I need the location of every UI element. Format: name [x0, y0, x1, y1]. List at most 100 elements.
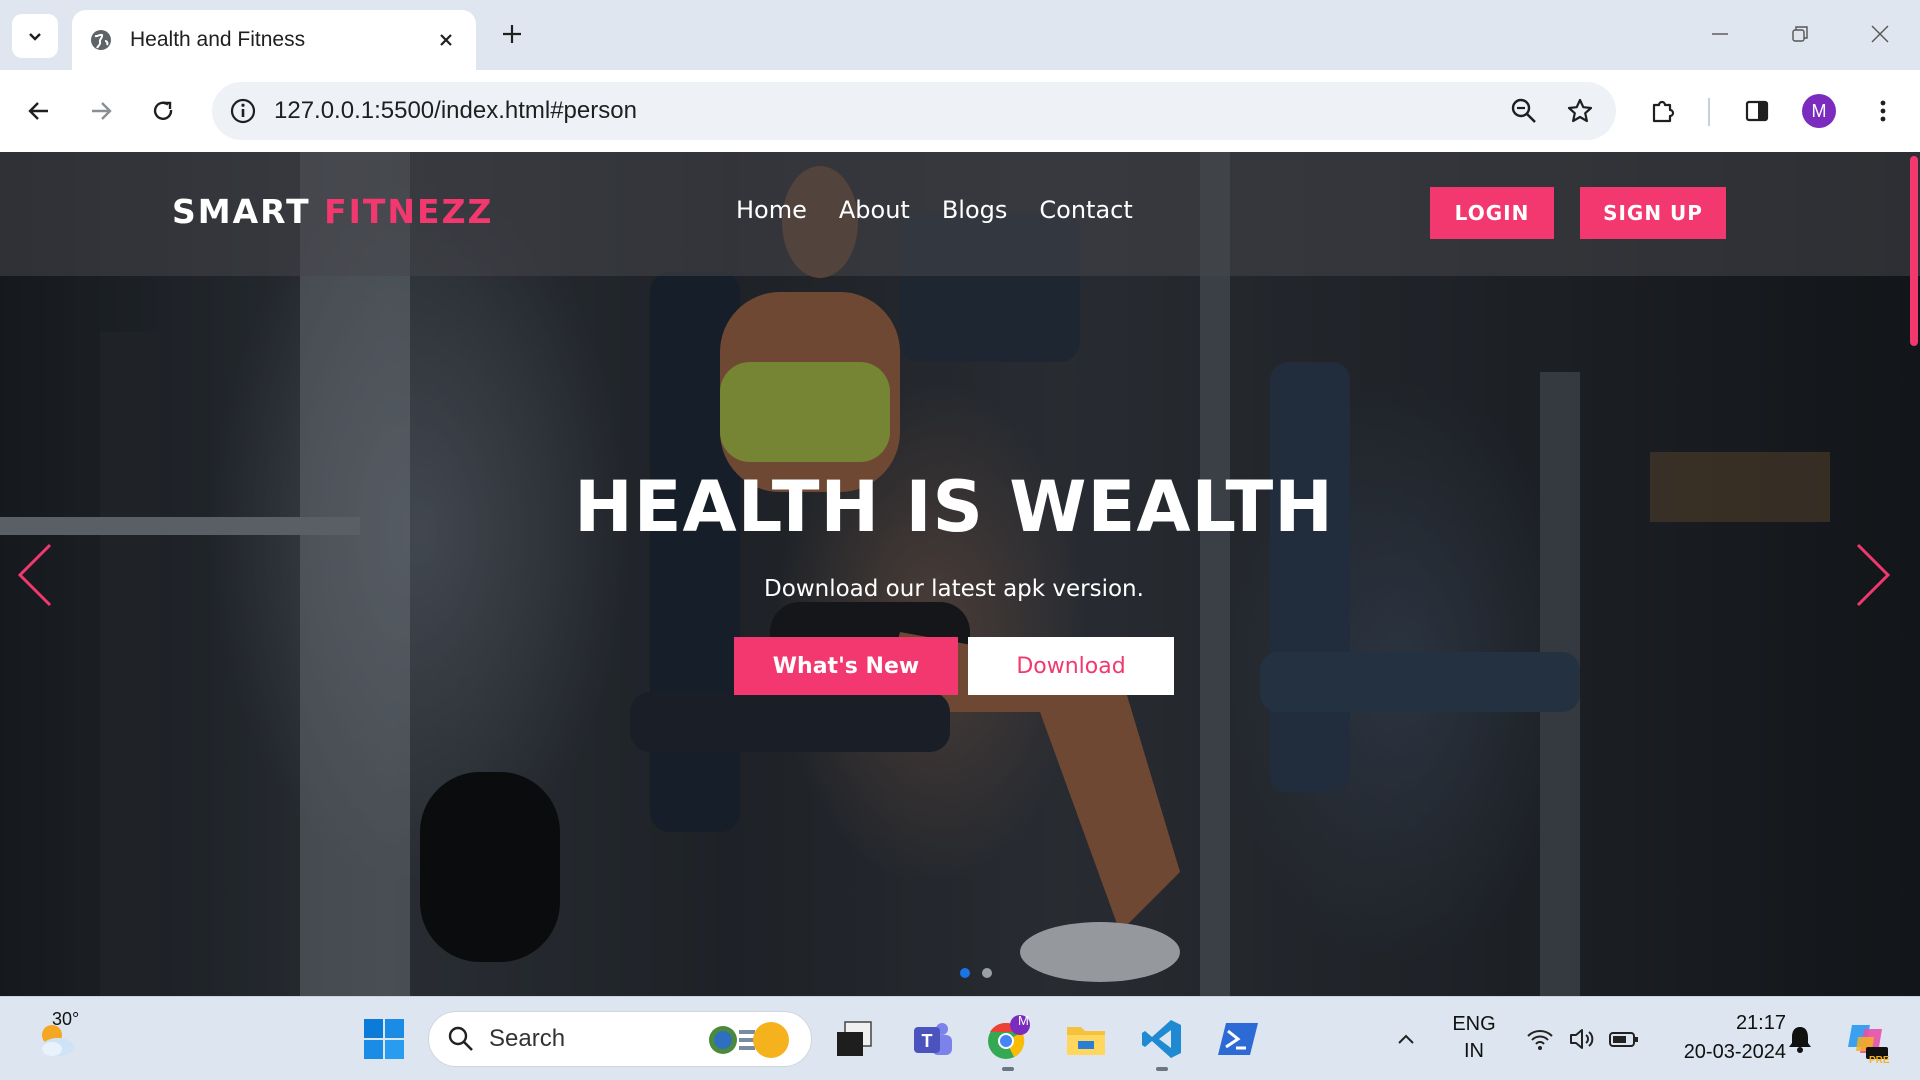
terminal-icon [1218, 1023, 1258, 1055]
battery-icon [1609, 1032, 1638, 1047]
arrow-left-icon [28, 102, 48, 120]
url-text[interactable]: 127.0.0.1:5500/index.html#person [274, 97, 1488, 125]
teams-app[interactable]: T [904, 1011, 960, 1067]
arrow-right-icon [92, 102, 112, 120]
system-clock[interactable]: 21:17 20-03-2024 [1646, 1009, 1786, 1067]
reload-button[interactable] [142, 90, 184, 132]
login-button[interactable]: LOGIN [1430, 187, 1554, 239]
globe-icon [88, 27, 114, 53]
bookmark-star-icon[interactable] [1560, 91, 1600, 131]
chevron-left-icon [17, 543, 52, 607]
side-panel-button[interactable] [1736, 90, 1778, 132]
chevron-up-icon [1398, 1034, 1414, 1044]
folder-icon [1067, 1027, 1105, 1055]
clock-time: 21:17 [1735, 1012, 1786, 1034]
carousel-prev-button[interactable] [12, 540, 56, 610]
restore-button[interactable] [1778, 14, 1822, 54]
bell-icon [1789, 1027, 1811, 1053]
close-window-button[interactable] [1858, 14, 1902, 54]
site-logo[interactable]: SMART FITNEZZ [172, 192, 493, 231]
vscode-icon [1142, 1020, 1181, 1058]
chevron-right-icon [1856, 543, 1891, 607]
search-label: Search [489, 1025, 566, 1052]
scrollbar-thumb[interactable] [1910, 156, 1918, 346]
task-view-button[interactable] [826, 1011, 882, 1067]
search-icon [448, 1026, 473, 1051]
reload-icon [153, 101, 173, 120]
page-viewport: SMART FITNEZZ Home About Blogs Contact L… [0, 152, 1920, 996]
notifications-button[interactable] [1772, 1011, 1828, 1067]
signup-button[interactable]: SIGN UP [1580, 187, 1726, 239]
nav-link-blogs[interactable]: Blogs [942, 196, 1008, 224]
powershell-app[interactable] [1210, 1011, 1266, 1067]
toolbar-divider [1708, 98, 1710, 126]
hero-subtitle: Download our latest apk version. [764, 576, 1144, 602]
hero-title: HEALTH IS WEALTH [574, 466, 1334, 548]
battery-status[interactable] [1596, 1011, 1652, 1067]
nav-link-home[interactable]: Home [736, 196, 807, 224]
os-taskbar: 30° Search T M ENG IN 21:17 20-03-2024 P… [0, 996, 1920, 1080]
task-view-icon [837, 1021, 872, 1056]
browser-menu-button[interactable] [1862, 90, 1904, 132]
logo-primary-text: SMART [172, 192, 311, 231]
teams-icon: T [914, 1023, 952, 1055]
site-header: SMART FITNEZZ Home About Blogs Contact L… [0, 152, 1920, 276]
restore-icon [1792, 26, 1808, 42]
language-code: ENG [1452, 1013, 1496, 1035]
region-code: IN [1464, 1040, 1484, 1062]
plus-icon [503, 25, 521, 43]
nav-link-about[interactable]: About [839, 196, 910, 224]
tab-search-button[interactable] [12, 14, 58, 58]
carousel-dot-active[interactable] [960, 968, 970, 978]
clock-date: 20-03-2024 [1683, 1041, 1786, 1063]
chrome-app[interactable]: M [980, 1011, 1036, 1067]
browser-tabstrip: Health and Fitness [0, 0, 1920, 70]
site-info-icon[interactable] [228, 96, 258, 126]
close-tab-icon[interactable] [432, 26, 460, 54]
whats-new-button[interactable]: What's New [734, 637, 958, 695]
page-scrollbar[interactable] [1908, 152, 1920, 996]
vscode-running-indicator [1156, 1067, 1168, 1071]
back-button[interactable] [18, 90, 60, 132]
search-highlight-icon [709, 1022, 789, 1058]
zoom-icon[interactable] [1504, 91, 1544, 131]
vscode-app[interactable] [1134, 1011, 1190, 1067]
minimize-button[interactable] [1698, 14, 1742, 54]
more-vertical-icon [1880, 100, 1886, 122]
start-button[interactable] [356, 1011, 412, 1067]
show-hidden-icons-button[interactable] [1378, 1011, 1434, 1067]
extensions-button[interactable] [1642, 90, 1684, 132]
side-panel-icon [1745, 100, 1769, 122]
speaker-icon [1570, 1029, 1594, 1049]
browser-toolbar: 127.0.0.1:5500/index.html#person M [0, 70, 1920, 152]
wifi-icon [1527, 1030, 1553, 1050]
copilot-preview-badge: PRE [1869, 1055, 1890, 1066]
windows-logo-icon [364, 1019, 404, 1059]
file-explorer-app[interactable] [1058, 1011, 1114, 1067]
carousel-next-button[interactable] [1852, 540, 1896, 610]
forward-button[interactable] [80, 90, 122, 132]
browser-tab-active[interactable]: Health and Fitness [72, 10, 476, 70]
hero-overlay [0, 152, 1920, 996]
nav-link-contact[interactable]: Contact [1039, 196, 1132, 224]
new-tab-button[interactable] [494, 16, 530, 52]
tab-title: Health and Fitness [130, 28, 306, 51]
logo-accent-text: FITNEZZ [324, 192, 494, 231]
minimize-icon [1712, 33, 1728, 35]
puzzle-icon [1652, 100, 1675, 123]
svg-text:T: T [922, 1031, 933, 1051]
avatar: M [1802, 94, 1836, 128]
language-indicator[interactable]: ENG IN [1446, 1013, 1502, 1063]
weather-temperature: 30° [52, 1009, 80, 1029]
download-button[interactable]: Download [968, 637, 1174, 695]
taskbar-search[interactable]: Search [428, 1011, 812, 1067]
carousel-dot[interactable] [982, 968, 992, 978]
close-icon [1871, 25, 1889, 43]
site-nav: Home About Blogs Contact [736, 196, 1133, 224]
profile-button[interactable]: M [1798, 90, 1840, 132]
chrome-profile-badge: M [1018, 1013, 1029, 1028]
address-bar[interactable]: 127.0.0.1:5500/index.html#person [212, 82, 1616, 140]
chrome-running-indicator [1002, 1067, 1014, 1071]
chevron-down-icon [29, 33, 41, 41]
copilot-button[interactable]: PRE [1838, 1011, 1894, 1067]
